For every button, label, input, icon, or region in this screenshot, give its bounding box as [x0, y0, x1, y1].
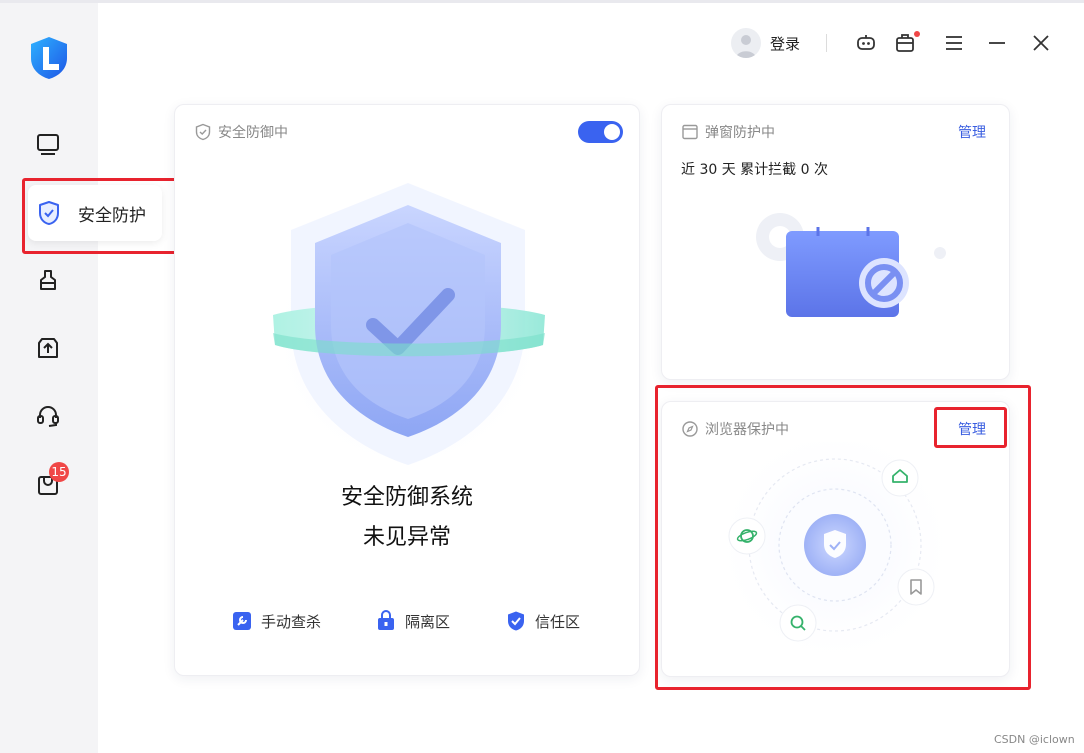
notification-badge: 15 [49, 462, 69, 482]
minimize-icon[interactable] [986, 32, 1008, 54]
browser-orbit-illustration [712, 442, 960, 670]
lock-box-icon [375, 610, 397, 632]
toggle-knob [604, 124, 620, 140]
gift-box-icon[interactable] [894, 32, 916, 54]
status-line-2: 未见异常 [362, 525, 451, 550]
defense-toggle[interactable] [578, 121, 623, 143]
window-icon [681, 123, 699, 141]
defense-card-title-text: 安全防御中 [218, 125, 288, 141]
broom-icon[interactable] [34, 266, 62, 294]
trust-shield-icon [505, 610, 527, 632]
status-line-1: 安全防御系统 [340, 485, 473, 510]
sidebar: 15 [0, 3, 98, 753]
quarantine-button[interactable]: 隔离区 [375, 610, 450, 632]
sidebar-item-security[interactable]: 安全防护 [28, 185, 162, 241]
compass-icon [681, 420, 699, 438]
shield-check-icon [36, 200, 62, 226]
calendar-block-illustration [756, 213, 946, 317]
top-border [0, 0, 1084, 3]
gift-notification-dot [914, 31, 920, 37]
browser-protection-card: 浏览器保护中 管理 [661, 401, 1010, 677]
menu-icon[interactable] [943, 32, 965, 54]
popup-card-title-text: 弹窗防护中 [705, 125, 775, 141]
trust-zone-button[interactable]: 信任区 [505, 610, 580, 632]
popup-card-title: 弹窗防护中 [681, 122, 775, 142]
box-upload-icon[interactable] [34, 334, 62, 362]
header-divider [826, 34, 827, 52]
browser-card-title-text: 浏览器保护中 [705, 422, 789, 438]
popup-block-stat: 近 30 天 累计拦截 0 次 [681, 162, 828, 178]
close-icon[interactable] [1030, 32, 1052, 54]
monitor-icon[interactable] [34, 131, 62, 159]
popup-protection-card: 弹窗防护中 管理 近 30 天 累计拦截 0 次 [661, 104, 1010, 380]
watermark: CSDN @iclown [994, 733, 1075, 746]
big-shield-illustration [268, 183, 548, 475]
shield-outline-icon [194, 123, 212, 141]
avatar[interactable] [731, 28, 761, 58]
manual-scan-button[interactable]: 手动查杀 [231, 610, 321, 632]
browser-card-title: 浏览器保护中 [681, 419, 789, 439]
popup-manage-link[interactable]: 管理 [958, 122, 986, 142]
browser-manage-link[interactable]: 管理 [958, 419, 986, 439]
app-logo [28, 35, 70, 81]
defense-card: 安全防御中 安全防御系统 未见异常 手动查杀 隔离区 信任区 [174, 104, 640, 676]
sidebar-item-label: 安全防护 [78, 205, 146, 226]
trust-zone-label: 信任区 [535, 612, 581, 631]
quarantine-label: 隔离区 [405, 612, 451, 631]
manual-scan-label: 手动查杀 [261, 612, 322, 631]
headset-icon[interactable] [34, 402, 62, 430]
robot-icon[interactable] [855, 32, 877, 54]
defense-card-title: 安全防御中 [194, 122, 288, 142]
login-link[interactable]: 登录 [770, 33, 800, 54]
wrench-icon [231, 610, 253, 632]
